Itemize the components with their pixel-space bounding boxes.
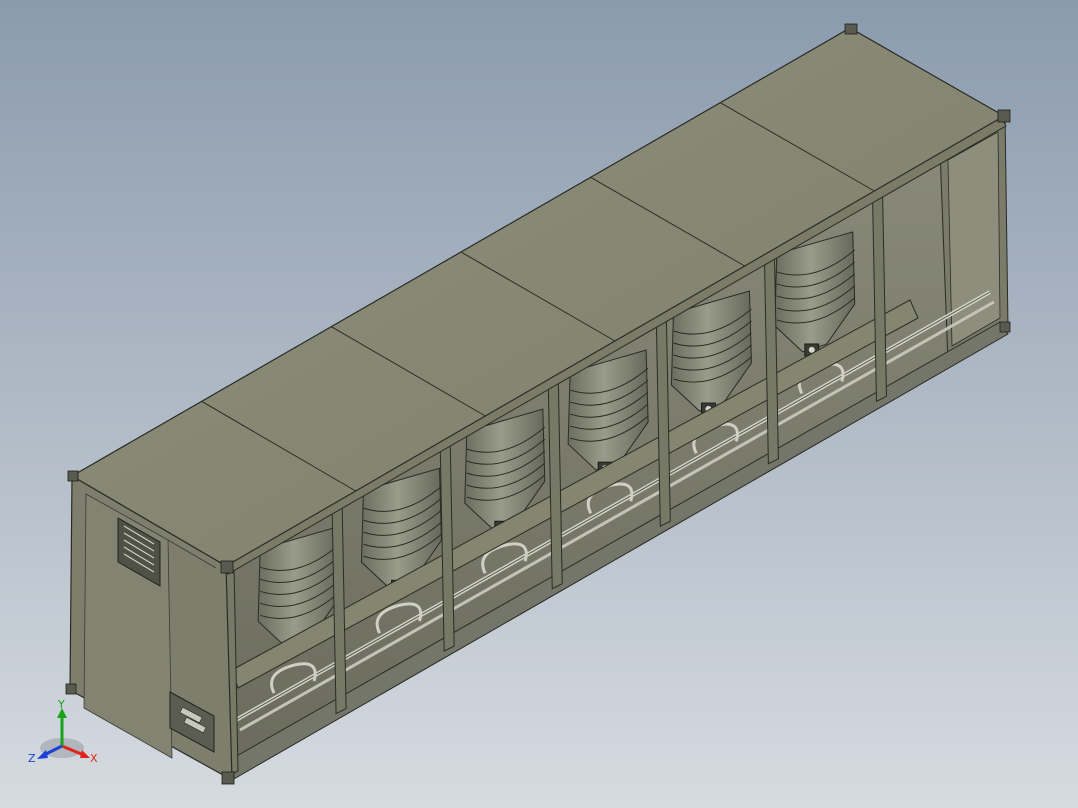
z-axis-label: Z <box>28 752 36 765</box>
y-axis-label: Y <box>57 698 65 711</box>
container-model: X Y Z <box>28 23 1011 785</box>
x-axis-label: X <box>90 752 98 765</box>
cad-viewport[interactable]: X Y Z <box>0 0 1078 808</box>
